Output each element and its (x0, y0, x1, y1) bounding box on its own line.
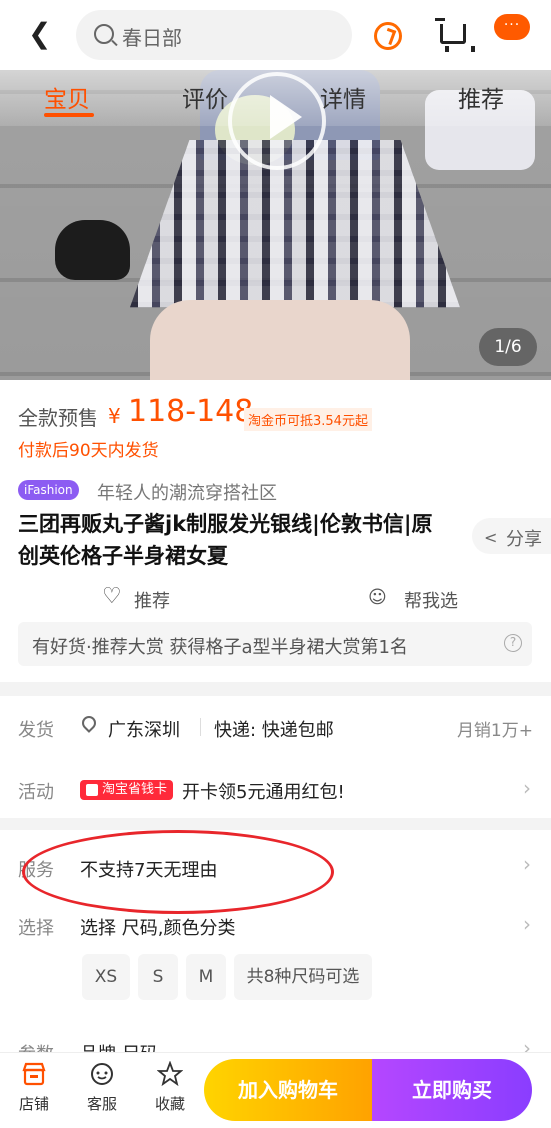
cart-icon[interactable] (435, 18, 475, 52)
presale-label: 全款预售 (18, 406, 98, 430)
buy-now-button[interactable]: 立即购买 (372, 1059, 532, 1121)
search-text: 春日部 (122, 26, 182, 50)
award-banner[interactable]: 有好货·推荐大赏 获得格子a型半身裙大赏第1名 ? (18, 622, 532, 666)
shipping-note: 付款后90天内发货 (18, 441, 159, 461)
ifashion-badge[interactable]: iFashion (18, 480, 79, 500)
delivery-express: 快递: 快递包邮 (214, 720, 334, 741)
currency-symbol: ¥ (108, 404, 121, 428)
size-chip-xs[interactable]: XS (82, 954, 130, 1000)
share-label: 分享 (506, 529, 542, 550)
chevron-right-icon[interactable]: › (523, 852, 531, 876)
tab-recommend[interactable]: 推荐 (458, 80, 504, 114)
back-icon[interactable]: ❮ (28, 20, 51, 48)
favorite-button[interactable]: 收藏 (140, 1061, 200, 1114)
search-icon (94, 24, 114, 44)
top-bar: ❮ 春日部 ··· (0, 0, 551, 70)
monthly-sales: 月销1万+ (456, 721, 533, 741)
select-label: 选择 (18, 918, 54, 939)
shop-button[interactable]: 店铺 (4, 1061, 64, 1114)
price-range: 118-148 (128, 394, 254, 429)
activity-label: 活动 (18, 782, 54, 803)
chevron-right-icon[interactable]: › (523, 912, 531, 936)
size-chip-m[interactable]: M (186, 954, 226, 1000)
tab-underline (44, 113, 94, 117)
add-to-cart-button[interactable]: 加入购物车 (204, 1059, 372, 1121)
share-icon[interactable] (374, 22, 402, 50)
title-line: 创英伦格子半身裙女夏 (18, 544, 228, 568)
service-section: 服务 不支持7天无理由 › 选择 选择 尺码,颜色分类 › XS S M 共8种… (0, 830, 551, 1065)
delivery-label: 发货 (18, 720, 54, 741)
share-icon: < (484, 528, 498, 547)
annotation-circle (22, 830, 334, 914)
star-icon (157, 1061, 183, 1087)
image-legs (150, 300, 410, 380)
chevron-right-icon[interactable]: › (523, 776, 531, 800)
shop-label: 店铺 (18, 1095, 49, 1113)
divider (200, 718, 201, 736)
size-chip-more[interactable]: 共8种尺码可选 (234, 954, 372, 1000)
chat-icon (91, 1063, 113, 1085)
tab-item[interactable]: 宝贝 (44, 80, 90, 114)
delivery-section: 发货 广东深圳 快递: 快递包邮 月销1万+ 活动 淘宝省钱卡 开卡领5元通用红… (0, 696, 551, 818)
search-input[interactable]: 春日部 (76, 10, 352, 60)
share-button[interactable]: < 分享 (472, 518, 551, 554)
product-title: 三团再贩丸子酱jk制服发光银线|伦敦书信|原 创英伦格子半身裙女夏 (18, 508, 458, 572)
people-icon[interactable]: ☺ (368, 587, 387, 608)
award-text: 有好货·推荐大赏 获得格子a型半身裙大赏第1名 (32, 637, 408, 658)
image-counter: 1/6 (479, 328, 537, 366)
recommend-row: ♡ 推荐 ☺ 帮我选 (0, 584, 551, 614)
tab-details[interactable]: 详情 (320, 80, 366, 114)
help-icon[interactable]: ? (504, 634, 522, 652)
size-chip-s[interactable]: S (138, 954, 178, 1000)
shop-icon (22, 1062, 46, 1086)
help-choose-button[interactable]: 帮我选 (404, 587, 458, 613)
location-icon (79, 713, 99, 733)
activity-text[interactable]: 开卡领5元通用红包! (182, 778, 345, 804)
heart-icon[interactable]: ♡ (102, 586, 122, 608)
customer-service-label: 客服 (86, 1095, 117, 1113)
more-button[interactable]: ··· (494, 14, 530, 40)
ifashion-desc[interactable]: 年轻人的潮流穿搭社区 (97, 479, 277, 505)
bottom-action-bar: 店铺 客服 收藏 加入购物车 立即购买 (0, 1052, 551, 1128)
image-shoe (55, 220, 130, 280)
product-info: 全款预售 ¥ 118-148 淘金币可抵3.54元起 付款后90天内发货 iFa… (0, 380, 551, 682)
recommend-button[interactable]: 推荐 (134, 587, 170, 613)
saving-card-badge[interactable]: 淘宝省钱卡 (80, 780, 174, 800)
section-tabs: 宝贝 评价 详情 推荐 (0, 70, 551, 126)
customer-service-button[interactable]: 客服 (72, 1061, 132, 1114)
coin-note: 淘金币可抵3.54元起 (244, 408, 372, 431)
delivery-location: 广东深圳 (108, 720, 180, 741)
favorite-label: 收藏 (154, 1095, 185, 1113)
title-line: 三团再贩丸子酱jk制服发光银线|伦敦书信|原 (18, 512, 433, 536)
tab-reviews[interactable]: 评价 (182, 80, 228, 114)
select-text[interactable]: 选择 尺码,颜色分类 (80, 914, 235, 940)
